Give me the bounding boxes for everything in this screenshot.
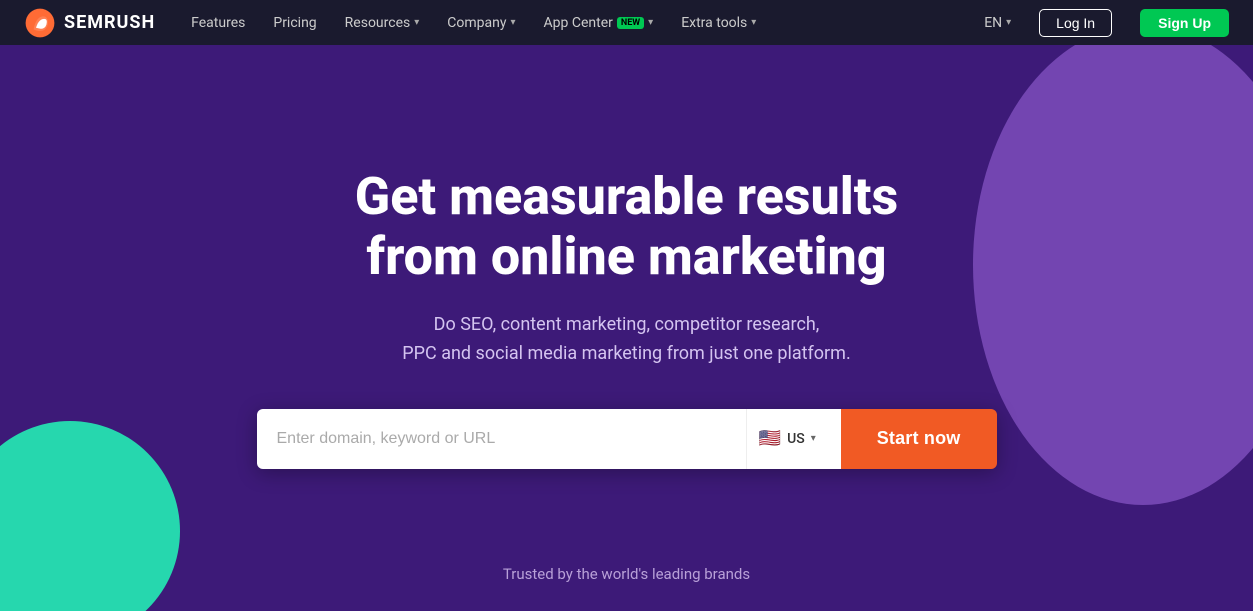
navigation: SEMRUSH Features Pricing Resources ▾ Com…: [0, 0, 1253, 45]
language-selector[interactable]: EN ▾: [984, 15, 1011, 31]
login-button[interactable]: Log In: [1039, 9, 1112, 37]
nav-app-center[interactable]: App Center NEW ▾: [544, 15, 654, 31]
logo[interactable]: SEMRUSH: [24, 7, 155, 39]
hero-subtitle: Do SEO, content marketing, competitor re…: [257, 311, 997, 369]
signup-button[interactable]: Sign Up: [1140, 9, 1229, 37]
decoration-circle: [973, 45, 1253, 505]
chevron-down-icon: ▾: [751, 17, 756, 28]
chevron-down-icon: ▾: [648, 17, 653, 28]
hero-section: Get measurable results from online marke…: [0, 45, 1253, 611]
chevron-down-icon: ▾: [1006, 17, 1011, 28]
start-now-button[interactable]: Start now: [841, 409, 997, 469]
search-bar: 🇺🇸 US ▾ Start now: [257, 409, 997, 469]
nav-extra-tools[interactable]: Extra tools ▾: [681, 15, 756, 31]
nav-company[interactable]: Company ▾: [447, 15, 515, 31]
us-flag-icon: 🇺🇸: [759, 428, 781, 449]
chevron-down-icon: ▾: [511, 17, 516, 28]
nav-pricing[interactable]: Pricing: [273, 15, 316, 31]
nav-features[interactable]: Features: [191, 15, 245, 31]
search-input[interactable]: [257, 409, 746, 469]
country-code: US: [787, 431, 805, 447]
decoration-blob: [0, 421, 180, 611]
hero-title: Get measurable results from online marke…: [257, 167, 997, 287]
nav-resources[interactable]: Resources ▾: [345, 15, 420, 31]
logo-text: SEMRUSH: [64, 12, 155, 33]
trusted-text: Trusted by the world's leading brands: [503, 565, 750, 583]
chevron-down-icon: ▾: [414, 17, 419, 28]
chevron-down-icon: ▾: [811, 433, 816, 444]
hero-content: Get measurable results from online marke…: [257, 167, 997, 468]
new-badge: NEW: [617, 17, 644, 29]
country-selector[interactable]: 🇺🇸 US ▾: [746, 409, 841, 469]
